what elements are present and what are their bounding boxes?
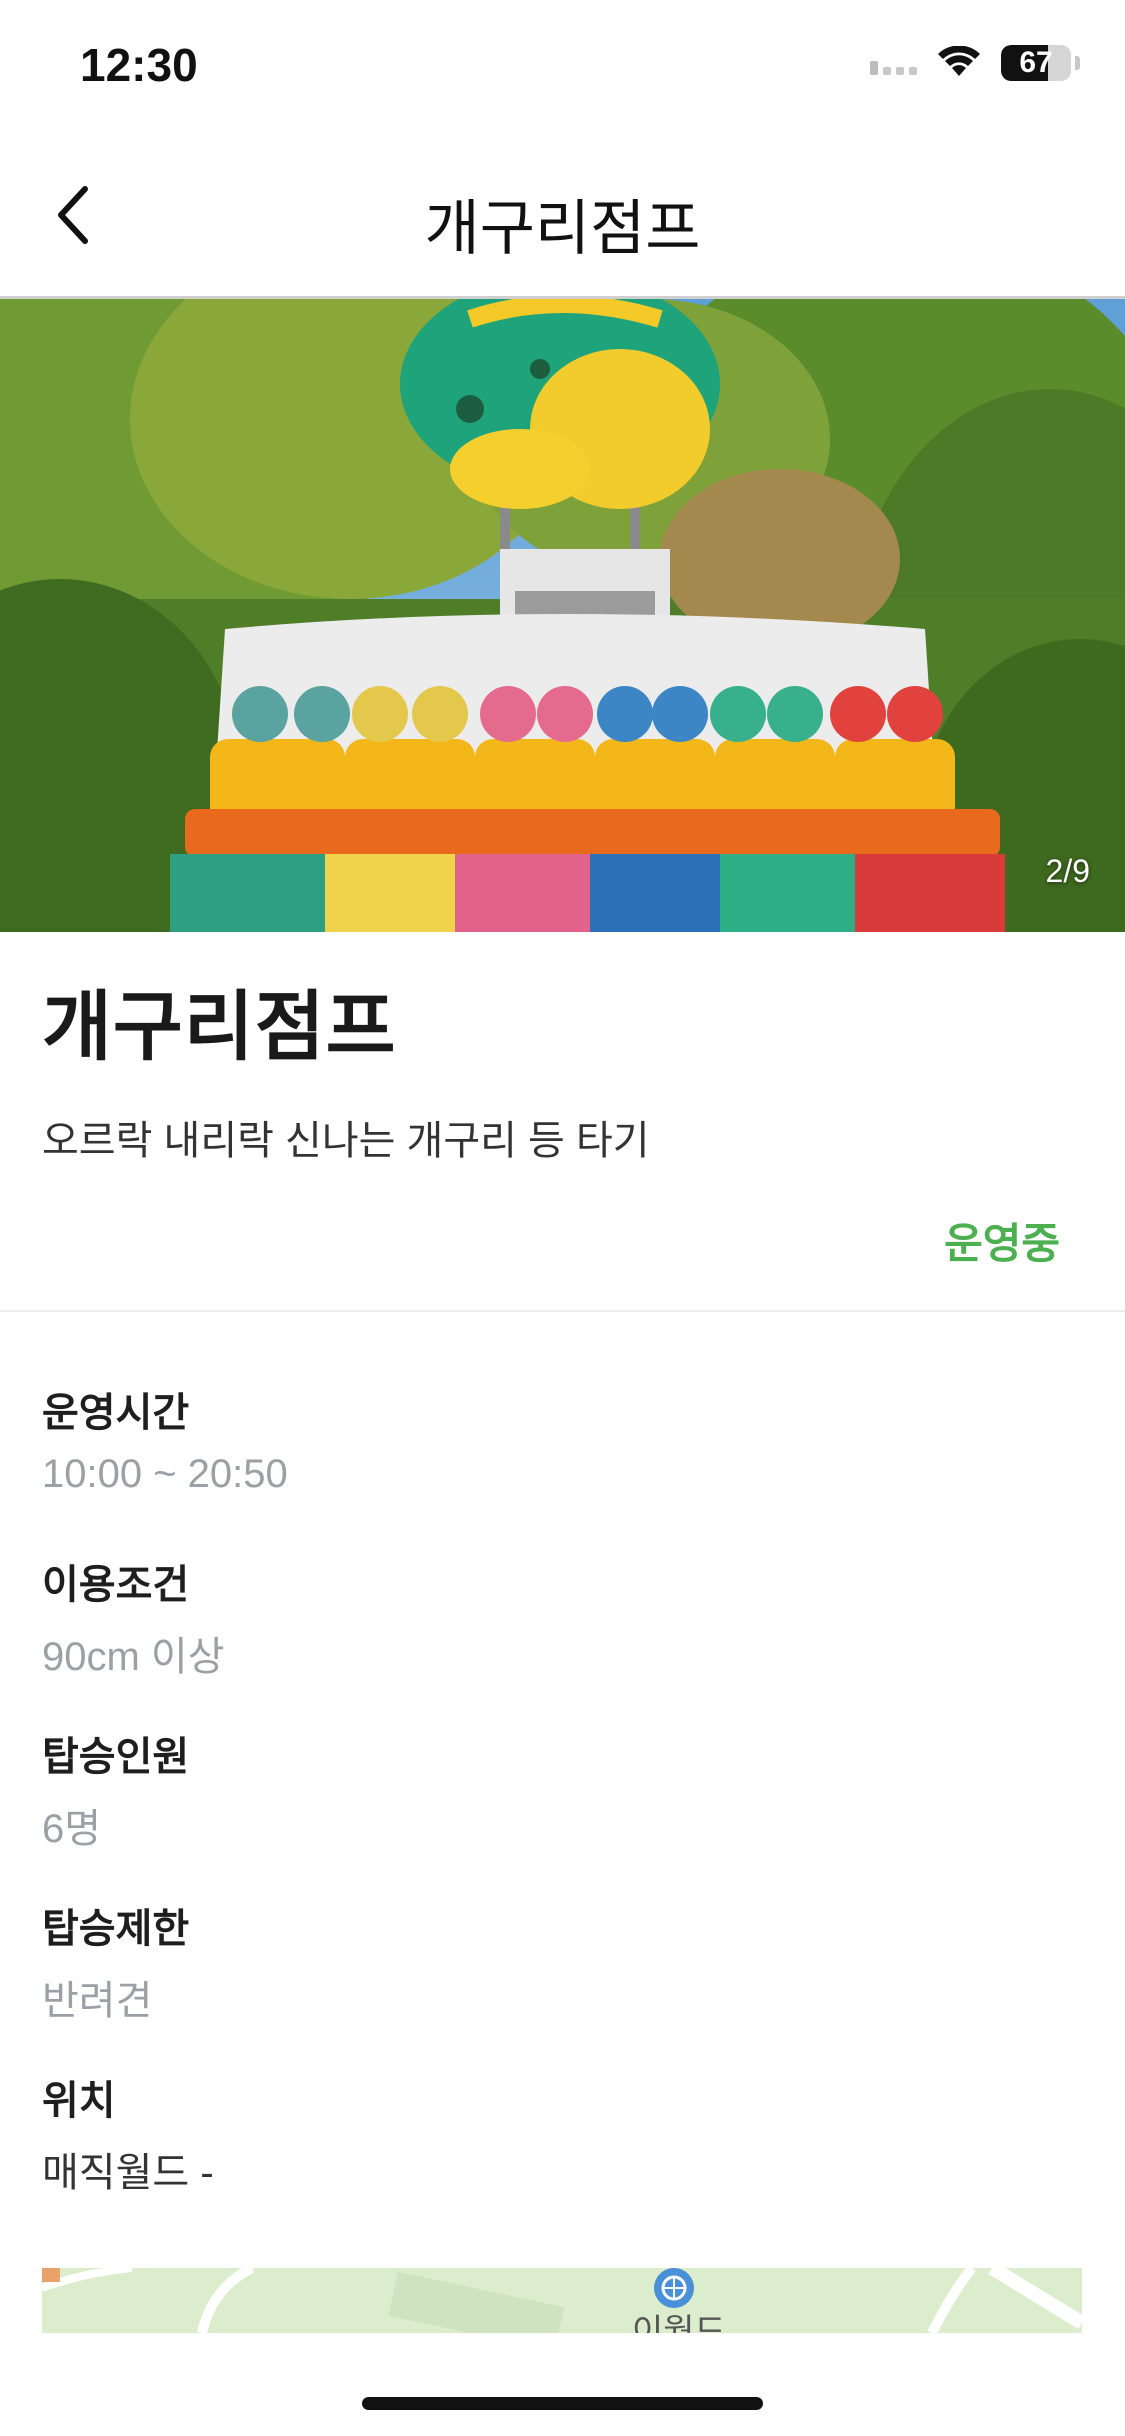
ride-photo: [0, 299, 1125, 932]
info-label: 탑승인원: [42, 1735, 190, 1779]
image-counter: 2/9: [1045, 853, 1090, 889]
info-value: 6명: [42, 1807, 102, 1851]
divider: [0, 1310, 1125, 1312]
ride-description: 오르락 내리락 신나는 개구리 등 타기: [42, 1119, 650, 1163]
location-map[interactable]: 이월드: [42, 2268, 1082, 2333]
status-icons: 67: [870, 45, 1080, 81]
ride-title: 개구리점프: [42, 985, 397, 1070]
info-operating-hours: 운영시간 10:00 ~ 20:50: [42, 1380, 1082, 1552]
info-label: 위치: [42, 2079, 116, 2123]
info-value: 10:00 ~ 20:50: [42, 1452, 288, 1496]
battery-tip: [1075, 56, 1080, 70]
info-label: 운영시간: [42, 1391, 190, 1435]
status-bar: 12:30 67: [0, 0, 1125, 130]
wifi-icon: [938, 46, 980, 76]
ride-info-list: 운영시간 10:00 ~ 20:50 이용조건 90cm 이상 탑승인원 6명 …: [42, 1380, 1082, 2240]
status-time: 12:30: [80, 39, 198, 91]
info-capacity: 탑승인원 6명: [42, 1724, 1082, 1896]
operating-status: 운영중: [944, 1220, 1060, 1267]
signal-icon: [870, 51, 917, 75]
home-indicator[interactable]: [362, 2397, 763, 2410]
info-label: 이용조건: [42, 1563, 190, 1607]
info-restrictions: 탑승제한 반려견: [42, 1896, 1082, 2068]
ride-photo-carousel[interactable]: 2/9: [0, 299, 1125, 932]
info-location: 위치 매직월드 -: [42, 2068, 1082, 2240]
nav-header: 개구리점프: [0, 130, 1125, 299]
page-title: 개구리점프: [424, 195, 701, 262]
map-roads: [42, 2268, 1082, 2333]
battery-icon: 67: [1001, 45, 1071, 81]
info-value: 반려견: [42, 1979, 153, 2023]
info-value: 매직월드 -: [42, 2151, 214, 2195]
info-label: 탑승제한: [42, 1907, 190, 1951]
map-place-label: 이월드: [632, 2313, 726, 2333]
info-value: 90cm 이상: [42, 1635, 225, 1679]
battery-level: 67: [1019, 46, 1053, 79]
info-requirements: 이용조건 90cm 이상: [42, 1552, 1082, 1724]
